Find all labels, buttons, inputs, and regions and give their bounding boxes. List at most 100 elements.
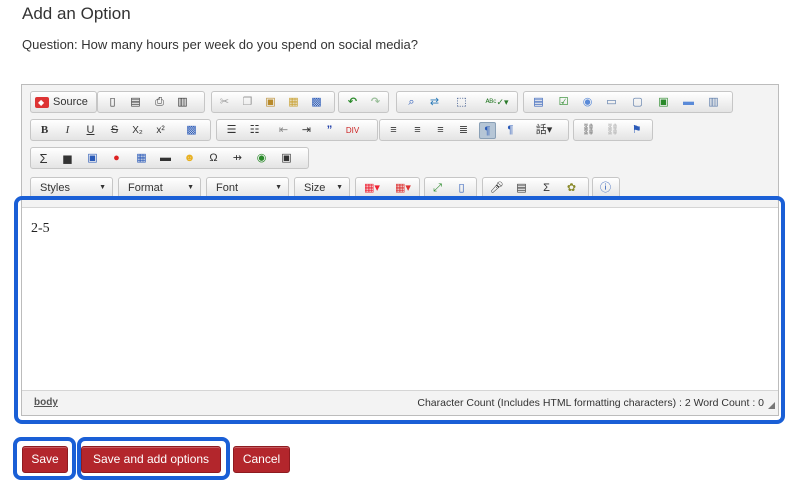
source-button[interactable]: Source xyxy=(35,94,88,111)
anchor-icon[interactable]: ⚑ xyxy=(628,122,645,139)
align-center-icon[interactable]: ≡ xyxy=(409,122,426,139)
align-left-icon[interactable]: ≡ xyxy=(385,122,402,139)
toolbar-group-colors: ▦▾ ▦▾ xyxy=(355,177,420,199)
underline-icon[interactable]: U xyxy=(82,122,99,139)
flash-icon[interactable]: ● xyxy=(108,150,125,167)
preview-icon[interactable]: ▤ xyxy=(127,94,144,111)
element-path-body[interactable]: body xyxy=(34,397,58,408)
button-icon[interactable]: ▬ xyxy=(680,94,697,111)
checkbox-icon[interactable]: ☑ xyxy=(555,94,572,111)
align-right-icon[interactable]: ≡ xyxy=(432,122,449,139)
toolbar-group-source: Source xyxy=(30,91,97,113)
smiley-icon[interactable]: ☻ xyxy=(181,150,198,167)
resize-handle[interactable] xyxy=(768,402,775,409)
chevron-down-icon: ▼ xyxy=(187,184,194,191)
about-icon[interactable]: ⓘ xyxy=(597,180,614,197)
paste-icon[interactable]: ▣ xyxy=(262,94,279,111)
toolbar-group-undo: ↶ ↷ xyxy=(338,91,389,113)
paste-text-icon[interactable]: ▦ xyxy=(285,94,302,111)
toolbar-group-tools: ⤢ ▯ xyxy=(424,177,477,199)
print-icon[interactable]: ⎙ xyxy=(151,94,168,111)
numbered-list-icon[interactable]: ☰ xyxy=(223,122,240,139)
new-page-icon[interactable]: ▯ xyxy=(104,94,121,111)
unlink-icon[interactable]: ⛓ xyxy=(604,122,621,139)
question-text: Question: How many hours per week do you… xyxy=(22,37,418,52)
format-combo[interactable]: Format ▼ xyxy=(118,177,201,199)
widget-icon[interactable]: ✿ xyxy=(563,180,580,197)
math-icon[interactable]: Σ xyxy=(35,150,52,167)
select-icon[interactable]: ▣ xyxy=(655,94,672,111)
justify-icon[interactable]: ≣ xyxy=(455,122,472,139)
source-icon xyxy=(35,94,49,111)
superscript-icon[interactable]: x² xyxy=(152,122,169,139)
language-icon[interactable]: 話▾ xyxy=(529,122,559,139)
paste-word-icon[interactable]: ▩ xyxy=(308,94,325,111)
image-icon[interactable]: ▣ xyxy=(84,150,101,167)
textfield-icon[interactable]: ▭ xyxy=(603,94,620,111)
rich-text-editor: Source ▯ ▤ ⎙ ▥ ✂ ❐ ▣ ▦ ▩ ↶ ↷ ⌕ ⇄ ⬚ ᴬᴮᶜ✓▾… xyxy=(21,84,779,416)
outdent-icon[interactable]: ⇤ xyxy=(275,122,292,139)
templates-icon[interactable]: ▥ xyxy=(174,94,191,111)
blockquote-icon[interactable]: ” xyxy=(321,122,338,139)
toolbar-group-clipboard: ✂ ❐ ▣ ▦ ▩ xyxy=(211,91,335,113)
size-combo[interactable]: Size ▼ xyxy=(294,177,350,199)
spellcheck-icon[interactable]: ᴬᴮᶜ✓▾ xyxy=(481,94,513,111)
source-label: Source xyxy=(53,96,88,108)
strike-icon[interactable]: S xyxy=(106,122,123,139)
toolbar-group-basicstyles: B I U S X₂ x² ▩ xyxy=(30,119,211,141)
toolbar-group-links: ⛓ ⛓ ⚑ xyxy=(573,119,653,141)
media-icon[interactable]: ◼ xyxy=(59,150,76,167)
cancel-button[interactable]: Cancel xyxy=(233,446,290,473)
editor-statusbar: body Character Count (Includes HTML form… xyxy=(22,390,778,416)
styles-label: Styles xyxy=(40,182,70,194)
subscript-icon[interactable]: X₂ xyxy=(129,122,146,139)
table-icon[interactable]: ▦ xyxy=(133,150,150,167)
toolbar-group-find: ⌕ ⇄ ⬚ ᴬᴮᶜ✓▾ xyxy=(396,91,518,113)
toolbar-group-about: ⓘ xyxy=(592,177,620,199)
form-icon[interactable]: ▤ xyxy=(530,94,547,111)
iframe-icon[interactable]: ◉ xyxy=(253,150,270,167)
equation-icon[interactable]: Σ xyxy=(538,180,555,197)
indent-icon[interactable]: ⇥ xyxy=(298,122,315,139)
toolbar-group-paragraph: ☰ ☷ ⇤ ⇥ ” DIV xyxy=(216,119,378,141)
toolbar-group-insert: Σ ◼ ▣ ● ▦ ▬ ☻ Ω ⇸ ◉ ▣ xyxy=(30,147,309,169)
audio-icon[interactable]: 🎤︎ xyxy=(488,180,505,197)
link-icon[interactable]: ⛓ xyxy=(580,122,597,139)
toolbar-group-forms: ▤ ☑ ◉ ▭ ▢ ▣ ▬ ▥ xyxy=(523,91,733,113)
styles-combo[interactable]: Styles ▼ xyxy=(30,177,113,199)
textarea-icon[interactable]: ▢ xyxy=(629,94,646,111)
character-word-count: Character Count (Includes HTML formattin… xyxy=(417,397,764,409)
bulleted-list-icon[interactable]: ☷ xyxy=(246,122,263,139)
div-icon[interactable]: DIV xyxy=(344,122,361,139)
find-icon[interactable]: ⌕ xyxy=(403,94,420,111)
rtl-icon[interactable]: ¶ xyxy=(502,122,519,139)
replace-icon[interactable]: ⇄ xyxy=(426,94,443,111)
font-label: Font xyxy=(216,182,239,194)
special-char-icon[interactable]: Ω xyxy=(205,150,222,167)
text-color-icon[interactable]: ▦▾ xyxy=(359,180,385,197)
radio-icon[interactable]: ◉ xyxy=(579,94,596,111)
select-all-icon[interactable]: ⬚ xyxy=(453,94,470,111)
undo-icon[interactable]: ↶ xyxy=(344,94,361,111)
save-button[interactable]: Save xyxy=(22,446,68,473)
editor-content-area[interactable]: 2-5 xyxy=(22,207,778,391)
cut-icon[interactable]: ✂ xyxy=(216,94,233,111)
bg-color-icon[interactable]: ▦▾ xyxy=(390,180,416,197)
bold-icon[interactable]: B xyxy=(36,122,53,139)
font-combo[interactable]: Font ▼ xyxy=(206,177,289,199)
save-and-add-options-button[interactable]: Save and add options xyxy=(81,446,221,473)
imagebutton-icon[interactable]: ▥ xyxy=(705,94,722,111)
remove-format-icon[interactable]: ▩ xyxy=(183,122,200,139)
show-blocks-icon[interactable]: ▯ xyxy=(453,180,470,197)
maximize-icon[interactable]: ⤢ xyxy=(429,180,446,197)
video-icon[interactable]: ▤ xyxy=(513,180,530,197)
toolbar-group-document: ▯ ▤ ⎙ ▥ xyxy=(97,91,205,113)
italic-icon[interactable]: I xyxy=(59,122,76,139)
ltr-icon[interactable]: ¶ xyxy=(479,122,496,139)
toolbar-group-align: ≡ ≡ ≡ ≣ ¶ ¶ 話▾ xyxy=(379,119,569,141)
redo-icon[interactable]: ↷ xyxy=(367,94,384,111)
youtube-icon[interactable]: ▣ xyxy=(278,150,295,167)
horizontal-rule-icon[interactable]: ▬ xyxy=(157,150,174,167)
copy-icon[interactable]: ❐ xyxy=(239,94,256,111)
page-break-icon[interactable]: ⇸ xyxy=(229,150,246,167)
